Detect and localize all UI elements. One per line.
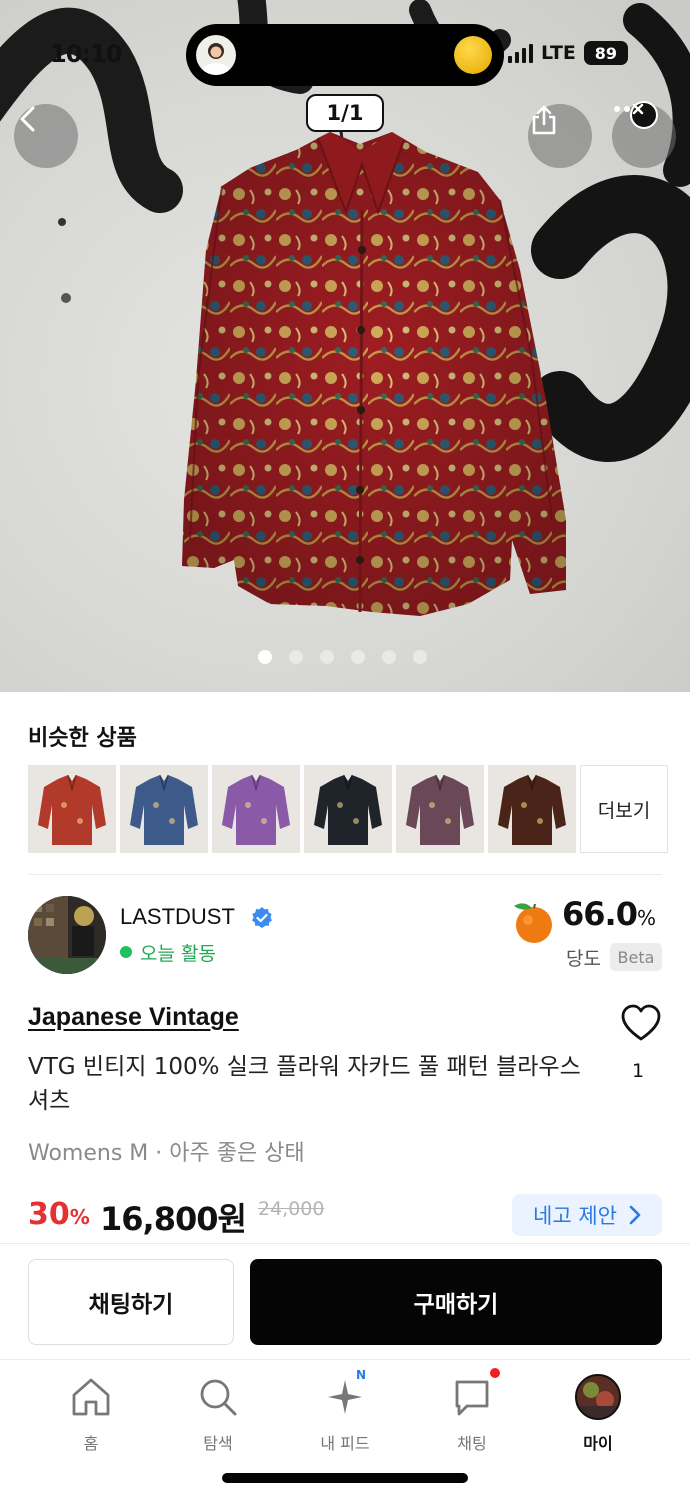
battery-icon: 89	[583, 41, 628, 65]
sweetness-score: 66.0%	[562, 895, 656, 933]
similar-product-thumbnail[interactable]	[304, 765, 392, 853]
sweetness-unit: %	[636, 906, 656, 930]
divider	[28, 874, 662, 875]
nav-my-label: 마이	[583, 1434, 613, 1453]
image-counter: 1/1	[306, 94, 384, 132]
nav-chat-label: 채팅	[457, 1434, 487, 1453]
chat-icon	[449, 1368, 500, 1420]
pagination-dot[interactable]	[382, 650, 396, 664]
make-offer-button[interactable]: 네고 제안	[512, 1194, 662, 1236]
similar-products-list: 더보기	[28, 765, 668, 853]
make-offer-label: 네고 제안	[533, 1204, 617, 1228]
chat-button[interactable]: 채팅하기	[28, 1259, 234, 1345]
nav-home[interactable]: 홈	[36, 1374, 146, 1458]
back-button[interactable]	[14, 104, 78, 168]
close-icon[interactable]	[630, 101, 658, 129]
pagination-dot[interactable]	[289, 650, 303, 664]
chevron-left-icon	[20, 106, 35, 132]
nav-search-label: 탐색	[203, 1434, 233, 1453]
chevron-right-icon	[629, 1205, 641, 1225]
beta-badge: Beta	[610, 943, 662, 971]
unread-dot	[490, 1368, 500, 1378]
product-meta: Womens M · 아주 좋은 상태	[28, 1141, 305, 1166]
home-indicator	[222, 1473, 468, 1483]
nav-chat[interactable]: 채팅	[417, 1368, 527, 1458]
seller-name[interactable]: LASTDUST	[120, 904, 235, 930]
nav-feed[interactable]: N 내 피드	[290, 1368, 400, 1458]
nav-my[interactable]: 마이	[543, 1374, 653, 1458]
buy-button[interactable]: 구매하기	[250, 1259, 662, 1345]
pagination-dot[interactable]	[258, 650, 272, 664]
island-avatar-icon	[196, 35, 236, 75]
signal-icon	[508, 43, 533, 63]
original-price: 24,000	[258, 1198, 325, 1220]
discount-rate: 30%	[28, 1197, 90, 1232]
nav-home-label: 홈	[83, 1434, 99, 1453]
purchase-action-bar: 채팅하기 구매하기	[0, 1243, 690, 1359]
similar-product-thumbnail[interactable]	[488, 765, 576, 853]
pagination-dot[interactable]	[413, 650, 427, 664]
pagination-dot[interactable]	[351, 650, 365, 664]
similar-product-thumbnail[interactable]	[396, 765, 484, 853]
share-icon	[532, 105, 556, 135]
sale-price: 16,800원	[100, 1200, 247, 1238]
nav-search[interactable]: 탐색	[163, 1374, 273, 1458]
search-icon	[195, 1374, 241, 1420]
status-time: 10:10	[50, 40, 122, 68]
nav-feed-label: 내 피드	[320, 1434, 370, 1453]
similar-products-title: 비슷한 상품	[28, 726, 137, 751]
discount-value: 30	[28, 1197, 70, 1232]
home-icon	[68, 1374, 114, 1420]
activity-status: 오늘 활동	[140, 943, 216, 965]
profile-avatar	[575, 1374, 621, 1420]
new-badge: N	[356, 1368, 367, 1382]
coin-icon	[454, 36, 492, 74]
product-title: VTG 빈티지 100% 실크 플라워 자카드 풀 패턴 블라우스 셔츠	[28, 1054, 581, 1114]
sparkle-icon: N	[322, 1368, 368, 1420]
brand-link[interactable]: Japanese Vintage	[28, 1003, 239, 1032]
heart-icon[interactable]	[620, 1003, 662, 1043]
tangerine-icon	[514, 903, 552, 943]
verified-badge-icon	[252, 907, 272, 928]
similar-product-thumbnail[interactable]	[28, 765, 116, 853]
online-status-dot	[120, 946, 132, 958]
gallery-pagination	[258, 650, 427, 664]
pagination-dot[interactable]	[320, 650, 334, 664]
seller-avatar[interactable]	[28, 896, 106, 974]
similar-product-thumbnail[interactable]	[120, 765, 208, 853]
like-count: 1	[632, 1060, 645, 1082]
network-type: LTE	[541, 42, 576, 64]
sweetness-label: 당도	[566, 948, 601, 970]
see-more-button[interactable]: 더보기	[580, 765, 668, 853]
discount-unit: %	[69, 1205, 90, 1229]
sweetness-value: 66.0	[562, 895, 638, 933]
status-indicators: LTE 89	[508, 40, 628, 66]
similar-product-thumbnail[interactable]	[212, 765, 300, 853]
product-photo[interactable]: 10:10 LTE 89 1/1	[0, 0, 690, 692]
share-button[interactable]	[528, 104, 592, 168]
dynamic-island	[186, 24, 504, 86]
